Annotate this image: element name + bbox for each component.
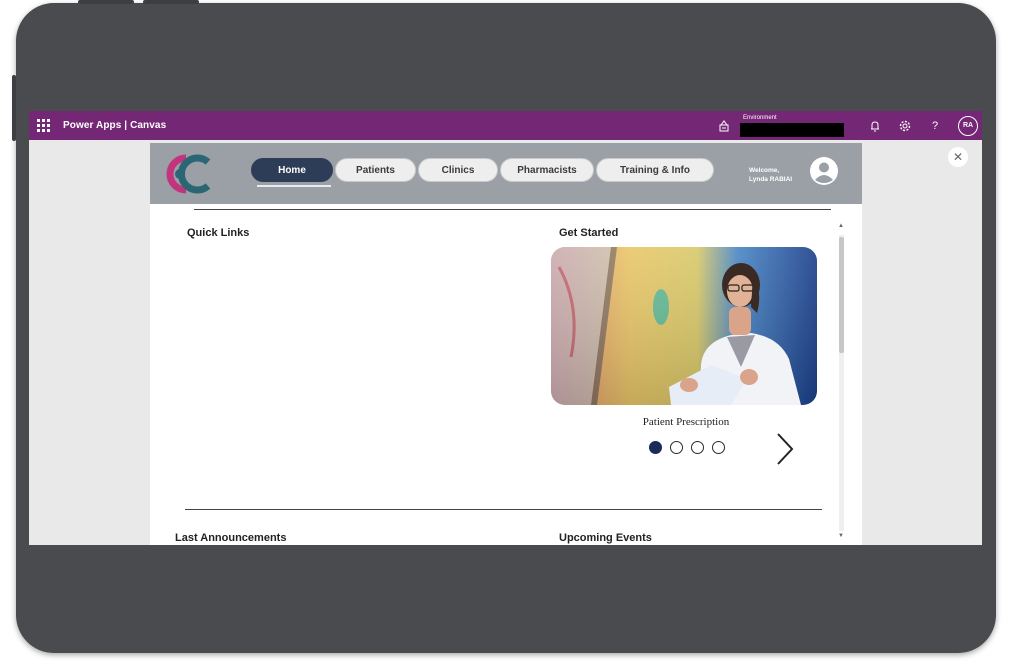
app-logo: [166, 154, 211, 194]
waffle-icon[interactable]: [37, 119, 51, 133]
nav-training-info[interactable]: Training & Info: [596, 158, 714, 182]
app-title: Power Apps | Canvas: [63, 120, 167, 131]
quick-links-title: Quick Links: [187, 227, 250, 239]
last-announcements-title: Last Announcements: [175, 532, 287, 544]
canvas-app: Home Patients Clinics Pharmacists Traini…: [150, 143, 862, 545]
volume-button: [78, 0, 134, 4]
environment-picker[interactable]: Environment: [740, 114, 844, 137]
help-icon[interactable]: ?: [928, 119, 942, 133]
environment-icon[interactable]: [718, 119, 730, 132]
volume-button: [143, 0, 199, 4]
tablet-screen: Power Apps | Canvas Environment ? RA ✕ H…: [29, 111, 982, 545]
carousel-dot-3[interactable]: [691, 441, 704, 454]
carousel-dot-4[interactable]: [712, 441, 725, 454]
scrollbar-thumb[interactable]: [839, 237, 844, 353]
power-apps-header: Power Apps | Canvas Environment ? RA: [29, 111, 982, 140]
carousel-dot-2[interactable]: [670, 441, 683, 454]
carousel-dots: [649, 441, 733, 454]
app-header: Home Patients Clinics Pharmacists Traini…: [150, 143, 862, 204]
welcome-user-name: Lynda RABIAI: [749, 176, 793, 183]
welcome-text: Welcome, Lynda RABIAI: [749, 166, 792, 184]
active-tab-indicator: [257, 185, 331, 187]
carousel-caption: Patient Prescription: [642, 416, 730, 428]
get-started-title: Get Started: [559, 227, 619, 239]
nav-home[interactable]: Home: [251, 158, 333, 182]
gear-icon[interactable]: [898, 119, 912, 133]
carousel-dot-1[interactable]: [649, 441, 662, 454]
chevron-right-icon[interactable]: [775, 432, 795, 466]
close-icon[interactable]: ✕: [948, 147, 968, 167]
top-divider: [194, 209, 831, 210]
environment-value-redacted: [740, 122, 844, 137]
scroll-up-icon[interactable]: ▲: [838, 223, 844, 229]
user-avatar[interactable]: RA: [958, 115, 978, 136]
environment-label: Environment: [743, 114, 777, 121]
nav-patients[interactable]: Patients: [335, 158, 416, 182]
scrollbar[interactable]: ▲ ▼: [836, 221, 846, 541]
nav-pharmacists[interactable]: Pharmacists: [500, 158, 594, 182]
hero-image: [551, 247, 817, 405]
upcoming-events-title: Upcoming Events: [559, 532, 652, 544]
main-nav: Home Patients Clinics Pharmacists Traini…: [251, 158, 716, 182]
nav-clinics[interactable]: Clinics: [418, 158, 498, 182]
user-profile-icon[interactable]: [809, 156, 839, 186]
power-button: [12, 75, 16, 141]
section-divider: [185, 509, 822, 510]
scroll-down-icon[interactable]: ▼: [838, 533, 844, 539]
welcome-greeting: Welcome,: [749, 167, 780, 174]
bell-icon[interactable]: [868, 119, 882, 133]
